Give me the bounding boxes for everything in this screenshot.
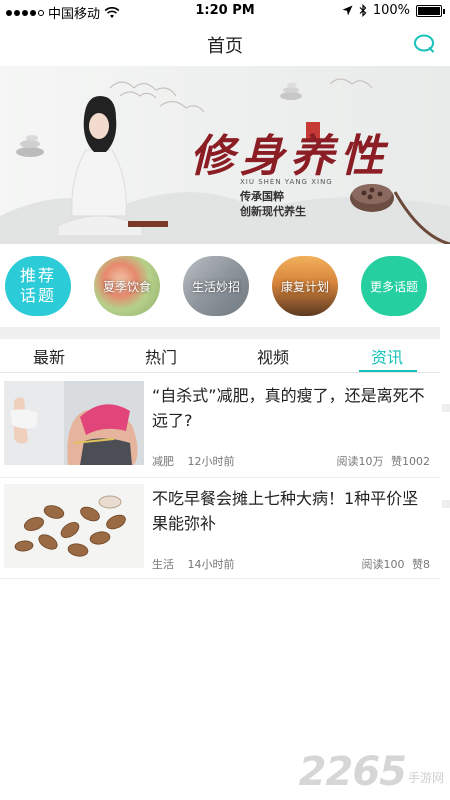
category-row: 推荐 话题 夏季饮食 生活妙招 康复计划 更多话题 [0,252,450,322]
article-thumbnail [4,381,144,465]
stones-right-icon [280,82,302,100]
search-button[interactable] [412,31,438,57]
status-bar: 中国移动 1:20 PM 100% [0,0,450,22]
banner-headline: 修身养性 [190,131,390,182]
list-divider [0,477,440,478]
nav-bar: 首页 [0,22,450,66]
category-rehab-plan-label: 康复计划 [280,279,329,294]
list-item[interactable]: 不吃早餐会摊上七种大病！1种平价坚果能弥补 生活 14小时前 阅读100 赞8 [0,484,440,574]
article-meta: 减肥 12小时前 阅读10万 赞1002 [152,453,432,469]
banner-line1: 传承国粹 [240,190,284,203]
banner-line2: 创新现代养生 [240,205,306,218]
list-item[interactable]: “自杀式”减肥，真的瘦了，还是离死不远了? 减肥 12小时前 阅读10万 赞10… [0,381,440,471]
banner[interactable]: 修身养性 XIU SHEN YANG XING 传承国粹 创新现代养生 [0,66,450,244]
banner-pinyin: XIU SHEN YANG XING [240,178,333,186]
category-more-topics[interactable]: 更多话题 [361,256,427,316]
article-time: 12小时前 [187,455,235,468]
battery-icon [416,4,445,17]
category-recommended-line1: 推荐 [19,266,56,285]
category-more-topics-label: 更多话题 [369,279,418,294]
content-tabs: 最新 热门 视频 资讯 [0,340,450,372]
status-right: 100% [342,3,445,18]
section-divider [0,327,440,339]
scroll-marker [442,500,450,508]
category-summer-food-label: 夏季饮食 [102,279,151,294]
watermark-number: 2265 [298,749,407,795]
article-tag: 减肥 [152,455,174,468]
search-icon [414,34,434,53]
battery-percent: 100% [372,3,410,18]
list-divider [0,578,440,579]
tabs-divider [0,372,440,373]
category-life-tips-label: 生活妙招 [191,279,240,294]
article-time: 14小时前 [187,558,235,571]
article-meta: 生活 14小时前 阅读100 赞8 [152,556,432,572]
article-title: 不吃早餐会摊上七种大病！1种平价坚果能弥补 [152,489,419,533]
location-arrow-icon [342,5,353,16]
article-title: “自杀式”减肥，真的瘦了，还是离死不远了? [152,386,425,430]
category-summer-food[interactable]: 夏季饮食 [94,256,160,316]
site-watermark: 2265 手游网 [299,752,444,792]
article-likes: 赞8 [412,558,430,571]
tab-news[interactable]: 资讯 [331,344,443,368]
scroll-marker [442,404,450,412]
article-reads: 阅读10万 [336,455,384,468]
cloud-pattern [109,78,373,113]
tab-hot[interactable]: 热门 [105,344,217,368]
category-life-tips[interactable]: 生活妙招 [183,256,249,316]
tab-latest[interactable]: 最新 [0,344,105,368]
stones-left-icon [16,135,44,157]
watermark-text: 手游网 [407,771,444,785]
page-title: 首页 [207,36,243,57]
bluetooth-icon [359,4,367,17]
article-likes: 赞1002 [391,455,430,468]
category-rehab-plan[interactable]: 康复计划 [272,256,338,316]
article-thumbnail [4,484,144,568]
tab-video[interactable]: 视频 [217,344,329,368]
article-tag: 生活 [152,558,174,571]
article-reads: 阅读100 [361,558,405,571]
category-recommended[interactable]: 推荐 话题 [5,256,71,316]
category-recommended-line2: 话题 [19,286,56,305]
